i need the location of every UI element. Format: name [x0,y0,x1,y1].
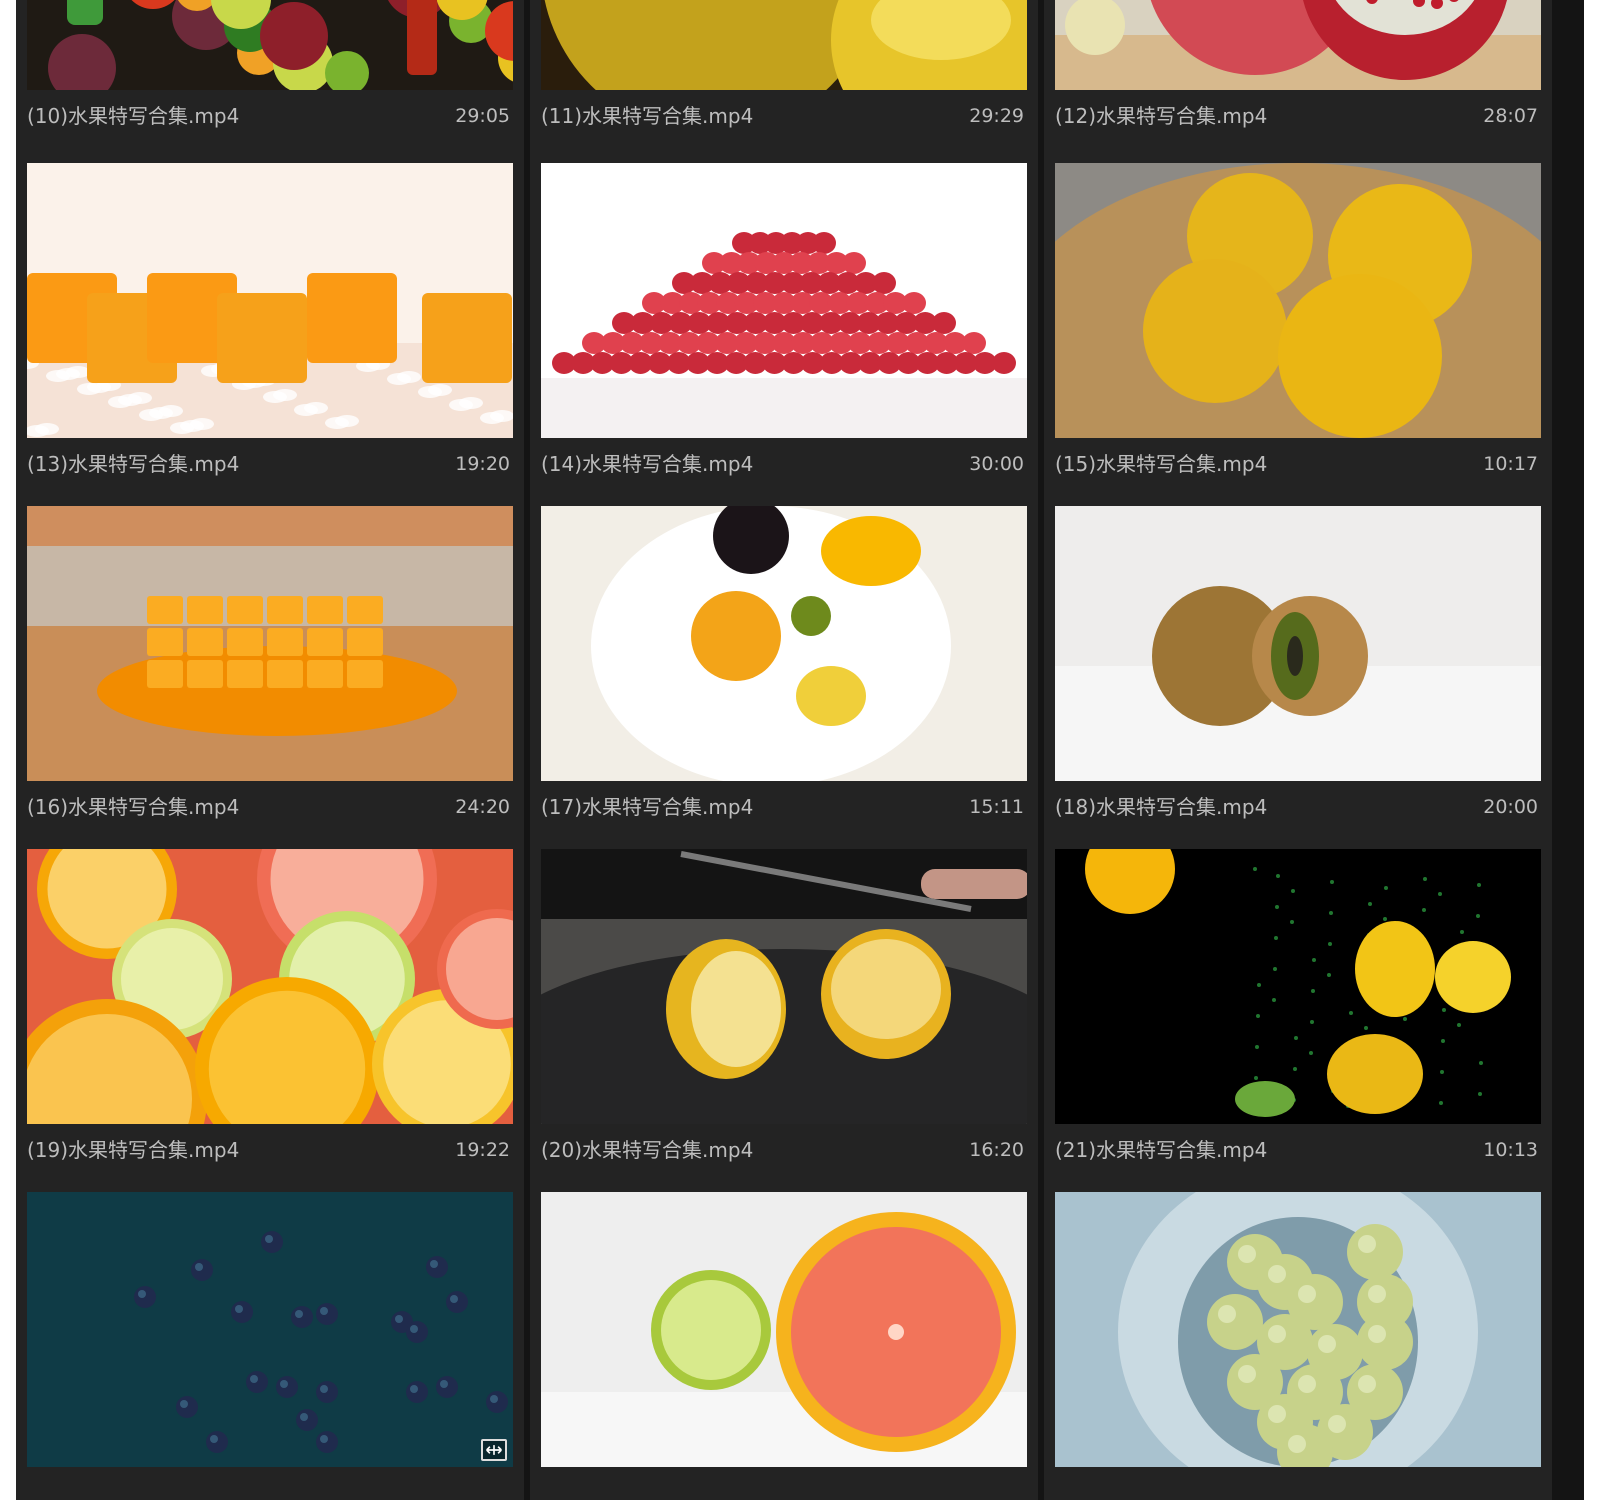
clip-card[interactable]: (13)水果特写合集.mp4 19:20 [16,151,524,502]
clip-thumbnail[interactable] [541,0,1027,90]
clip-duration: 20:00 [1483,796,1538,818]
clip-card[interactable]: (10)水果特写合集.mp4 29:05 [16,0,524,154]
clip-duration: 30:00 [969,453,1024,475]
clip-filename: (20)水果特写合集.mp4 [541,1138,754,1162]
clip-filename: (15)水果特写合集.mp4 [1055,452,1268,476]
media-browser-panel: (10)水果特写合集.mp4 29:05 (11)水果特写合集.mp4 29:29 (1… [16,0,1584,1500]
clip-thumbnail[interactable] [27,163,513,438]
clip-grid: (10)水果特写合集.mp4 29:05 (11)水果特写合集.mp4 29:29 (1… [16,0,1584,1500]
clip-filename: (21)水果特写合集.mp4 [1055,1138,1268,1162]
clip-card[interactable]: (16)水果特写合集.mp4 24:20 [16,494,524,845]
clip-duration: 10:17 [1483,453,1538,475]
clip-filename: (11)水果特写合集.mp4 [541,104,754,128]
clip-duration: 19:22 [455,1139,510,1161]
clip-duration: 29:29 [969,105,1024,127]
clip-duration: 16:20 [969,1139,1024,1161]
clip-card[interactable]: (21)水果特写合集.mp4 10:13 [1044,837,1552,1188]
clip-meta: (17)水果特写合集.mp4 15:11 [541,795,1024,819]
clip-filename: (18)水果特写合集.mp4 [1055,795,1268,819]
clip-card[interactable] [1044,1180,1552,1500]
clip-card[interactable] [16,1180,524,1500]
clip-meta: (11)水果特写合集.mp4 29:29 [541,104,1024,128]
clip-meta: (15)水果特写合集.mp4 10:17 [1055,452,1538,476]
clip-thumbnail[interactable] [1055,163,1541,438]
clip-meta: (14)水果特写合集.mp4 30:00 [541,452,1024,476]
clip-card[interactable]: (12)水果特写合集.mp4 28:07 [1044,0,1552,154]
clip-duration: 28:07 [1483,105,1538,127]
expand-arrows-icon[interactable] [481,1439,507,1461]
clip-card[interactable]: (17)水果特写合集.mp4 15:11 [530,494,1038,845]
clip-card[interactable] [530,1180,1038,1500]
clip-thumbnail[interactable] [27,506,513,781]
clip-thumbnail[interactable] [541,163,1027,438]
clip-duration: 15:11 [969,796,1024,818]
clip-thumbnail[interactable] [1055,849,1541,1124]
clip-meta: (16)水果特写合集.mp4 24:20 [27,795,510,819]
clip-duration: 24:20 [455,796,510,818]
clip-card[interactable]: (11)水果特写合集.mp4 29:29 [530,0,1038,154]
clip-meta: (20)水果特写合集.mp4 16:20 [541,1138,1024,1162]
clip-filename: (12)水果特写合集.mp4 [1055,104,1268,128]
clip-meta: (12)水果特写合集.mp4 28:07 [1055,104,1538,128]
clip-thumbnail[interactable] [1055,0,1541,90]
clip-thumbnail[interactable] [1055,1192,1541,1467]
clip-card[interactable]: (15)水果特写合集.mp4 10:17 [1044,151,1552,502]
clip-duration: 29:05 [455,105,510,127]
clip-duration: 10:13 [1483,1139,1538,1161]
clip-card[interactable]: (20)水果特写合集.mp4 16:20 [530,837,1038,1188]
clip-filename: (17)水果特写合集.mp4 [541,795,754,819]
clip-thumbnail[interactable] [541,506,1027,781]
clip-meta: (13)水果特写合集.mp4 19:20 [27,452,510,476]
clip-meta: (21)水果特写合集.mp4 10:13 [1055,1138,1538,1162]
clip-meta: (18)水果特写合集.mp4 20:00 [1055,795,1538,819]
clip-thumbnail[interactable] [27,0,513,90]
clip-meta: (19)水果特写合集.mp4 19:22 [27,1138,510,1162]
clip-card[interactable]: (14)水果特写合集.mp4 30:00 [530,151,1038,502]
clip-filename: (14)水果特写合集.mp4 [541,452,754,476]
clip-card[interactable]: (19)水果特写合集.mp4 19:22 [16,837,524,1188]
clip-thumbnail[interactable] [27,849,513,1124]
clip-meta: (10)水果特写合集.mp4 29:05 [27,104,510,128]
clip-thumbnail[interactable] [1055,506,1541,781]
clip-filename: (10)水果特写合集.mp4 [27,104,240,128]
clip-filename: (19)水果特写合集.mp4 [27,1138,240,1162]
clip-duration: 19:20 [455,453,510,475]
clip-filename: (16)水果特写合集.mp4 [27,795,240,819]
clip-card[interactable]: (18)水果特写合集.mp4 20:00 [1044,494,1552,845]
clip-filename: (13)水果特写合集.mp4 [27,452,240,476]
clip-thumbnail[interactable] [27,1192,513,1467]
clip-thumbnail[interactable] [541,1192,1027,1467]
clip-thumbnail[interactable] [541,849,1027,1124]
